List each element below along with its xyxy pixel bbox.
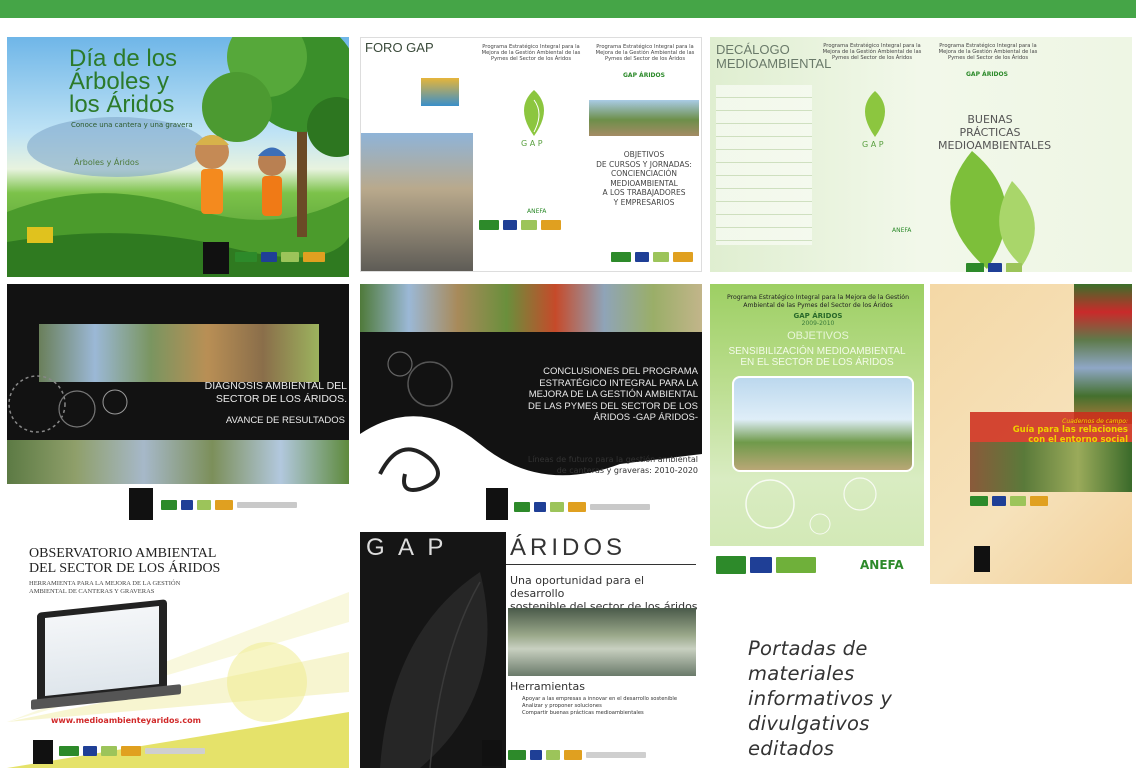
sponsor-logos [235, 252, 325, 262]
leaf-graphic [380, 572, 488, 768]
anefa-logo [203, 242, 229, 274]
header-text: Programa Estratégico Integral para la Me… [595, 44, 695, 62]
cover-diagnosis: DIAGNOSIS AMBIENTAL DEL SECTOR DE LOS ÁR… [7, 284, 349, 524]
header-text: Programa Estratégico Integral para la Me… [481, 44, 581, 62]
anefa-label: ANEFA [860, 558, 904, 572]
photo-landscape [589, 100, 699, 136]
aridos-title: ÁRIDOS [510, 534, 627, 561]
anefa-logo [974, 546, 990, 572]
anefa-label: ANEFA [527, 208, 547, 215]
gap-leaf-logo [524, 90, 544, 136]
logo-label: G A P [862, 140, 884, 149]
cover-subtitle: AVANCE DE RESULTADOS [225, 415, 345, 426]
cover-subtitle: Líneas de futuro para la gestión ambient… [527, 455, 698, 475]
photo-strip [1074, 284, 1132, 424]
sponsor-logos [59, 746, 205, 756]
cover-title: CONCLUSIONES DEL PROGRAMA ESTRATÉGICO IN… [528, 366, 698, 423]
cover-observatorio: OBSERVATORIO AMBIENTAL DEL SECTOR DE LOS… [7, 532, 349, 768]
cover-objetivos: Programa Estratégico Integral para la Me… [710, 284, 924, 584]
cover-title: SENSIBILIZACIÓN MEDIOAMBIENTAL EN EL SEC… [728, 346, 906, 368]
cover-title: DIAGNOSIS AMBIENTAL DEL SECTOR DE LOS ÁR… [204, 380, 347, 405]
gap-leaf-logo [865, 91, 885, 137]
sponsor-logos [514, 502, 650, 512]
objective-label: OBJETIVOS [787, 330, 849, 342]
anefa-logo [486, 488, 508, 520]
photo-quarry [361, 133, 473, 271]
cover-footer: Árboles y Áridos [74, 158, 139, 167]
sponsor-logos [966, 263, 1022, 272]
sponsor-logos [970, 496, 1048, 506]
brand-label: GAP ÁRIDOS [623, 72, 665, 79]
cover-cuadernos: Cuadernos de campo: Guía para las relaci… [930, 284, 1132, 584]
cover-conclusiones: CONCLUSIONES DEL PROGRAMA ESTRATÉGICO IN… [360, 284, 702, 524]
decalogue-list [716, 85, 812, 245]
photo-building [732, 376, 914, 472]
brand-label: GAP ÁRIDOS [966, 71, 1008, 78]
chart-thumbnail [421, 78, 459, 106]
anefa-label: ANEFA [892, 227, 912, 234]
sponsor-logos [508, 750, 646, 760]
cover-title: FORO GAP [365, 40, 434, 55]
sponsor-logos [716, 556, 816, 574]
caption-text: Portadas de materiales informativos y di… [748, 637, 893, 760]
sponsor-logos [479, 220, 561, 230]
header-text: Programa Estratégico Integral para la Me… [822, 43, 922, 61]
photo-hands-lower [970, 442, 1132, 492]
small-label: Cuadernos de campo: [1062, 418, 1128, 425]
brand-label: GAP ÁRIDOS [793, 312, 843, 320]
website-url: www.medioambienteyaridos.com [51, 716, 201, 725]
logo-label: G A P [521, 139, 543, 148]
anefa-logo [33, 740, 53, 764]
anefa-logo [129, 488, 153, 520]
cover-title: Día de los Árboles y los Áridos [69, 45, 178, 118]
cover-subtitle: HERRAMIENTA PARA LA MEJORA DE LA GESTIÓN… [29, 580, 181, 595]
cover-decalogo: DECÁLOGO MEDIOAMBIENTAL Programa Estraté… [710, 37, 1132, 272]
cover-title: OBSERVATORIO AMBIENTAL DEL SECTOR DE LOS… [29, 546, 221, 576]
big-leaf-graphic [950, 151, 1035, 269]
header-text: Programa Estratégico Integral para la Me… [938, 43, 1038, 61]
swirl-ornament [745, 477, 877, 535]
gap-title: G A P [366, 534, 448, 561]
body-text: OBJETIVOS DE CURSOS Y JORNADAS: CONCIENC… [596, 150, 692, 207]
brand-years: 2009-2010 [801, 320, 835, 327]
cover-gap-aridos: G A P ÁRIDOS Una oportunidad para el des… [360, 532, 702, 768]
tools-heading: Herramientas [510, 680, 585, 693]
sponsor-logos [611, 252, 693, 262]
top-green-bar [0, 0, 1136, 18]
underline [506, 564, 696, 565]
cover-title: DECÁLOGO MEDIOAMBIENTAL [716, 42, 832, 71]
tools-list: Apoyar a las empresas a innovar en el de… [522, 696, 678, 716]
sponsor-logos [161, 500, 297, 510]
forest-illustration [7, 37, 349, 277]
header-text: Programa Estratégico Integral para la Me… [726, 294, 910, 309]
anefa-logo [482, 740, 502, 766]
cover-dia-arboles: Día de los Árboles y los Áridos Conoce u… [7, 37, 349, 277]
photo-water [508, 608, 696, 676]
cover-subtitle: Conoce una cantera y una gravera [71, 121, 193, 129]
cover-foro-gap: FORO GAP Programa Estratégico Integral p… [360, 37, 702, 272]
